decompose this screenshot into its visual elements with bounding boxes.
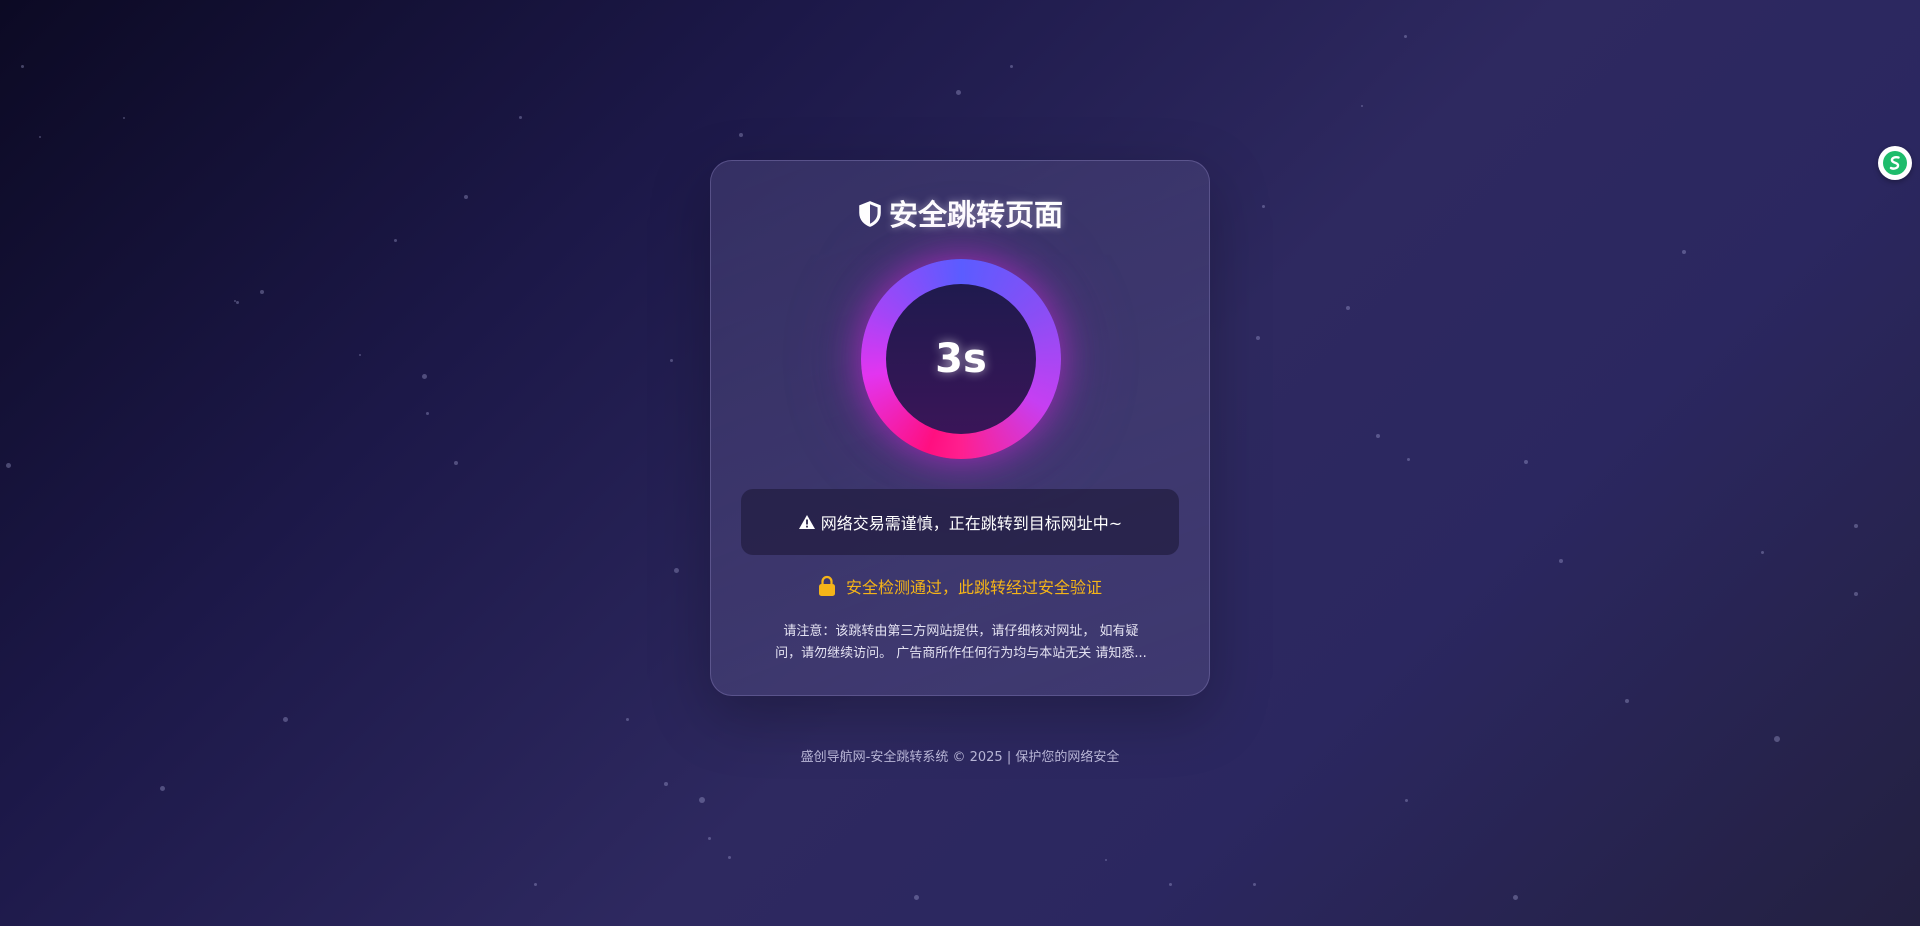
- warning-icon: [798, 515, 815, 529]
- redirect-card: 安全跳转页面 3s 网络交易需谨慎，正在跳转到目标网址中~ 安全检测通过，此跳转…: [710, 160, 1210, 696]
- background-star: [1105, 859, 1107, 861]
- extension-logo-icon: [1883, 151, 1907, 175]
- background-star: [1252, 882, 1256, 886]
- background-star: [1361, 105, 1363, 107]
- background-star: [454, 461, 458, 465]
- background-star: [727, 855, 731, 859]
- background-star: [699, 797, 705, 803]
- disclaimer-line-2: 问，请勿继续访问。 广告商所作任何行为均与本站无关 请知悉...: [775, 646, 1147, 661]
- background-star: [1682, 250, 1686, 254]
- shield-icon: [859, 201, 881, 227]
- background-star: [1559, 559, 1563, 563]
- background-star: [235, 300, 239, 304]
- background-star: [1854, 524, 1858, 528]
- footer-text: 盛创导航网-安全跳转系统 © 2025 | 保护您的网络安全: [800, 750, 1120, 765]
- background-star: [464, 195, 468, 199]
- background-star: [1376, 434, 1380, 438]
- background-star: [1406, 457, 1410, 461]
- lock-icon: [818, 575, 835, 596]
- background-star: [234, 300, 236, 302]
- background-star: [1854, 592, 1858, 596]
- background-star: [1403, 34, 1407, 38]
- background-star: [1404, 798, 1408, 802]
- page-title-text: 安全跳转页面: [888, 198, 1063, 232]
- background-star: [669, 358, 673, 362]
- background-star: [707, 836, 711, 840]
- security-status: 安全检测通过，此跳转经过安全验证: [711, 575, 1209, 600]
- background-star: [533, 882, 537, 886]
- background-star: [1524, 460, 1528, 464]
- background-star: [1261, 204, 1265, 208]
- background-star: [421, 373, 427, 379]
- background-star: [1346, 306, 1350, 310]
- background-star: [1512, 894, 1518, 900]
- footer: 盛创导航网-安全跳转系统 © 2025 | 保护您的网络安全: [0, 746, 1920, 765]
- background-star: [123, 117, 125, 119]
- background-star: [625, 717, 629, 721]
- background-star: [260, 290, 264, 294]
- disclaimer-line-1: 请注意：该跳转由第三方网站提供，请仔细核对网址， 如有疑: [783, 624, 1139, 639]
- background-star: [1256, 336, 1260, 340]
- security-text: 安全检测通过，此跳转经过安全验证: [845, 578, 1102, 597]
- background-star: [393, 238, 397, 242]
- background-star: [39, 136, 41, 138]
- background-star: [739, 133, 743, 137]
- countdown-inner: 3s: [886, 284, 1036, 434]
- background-star: [1168, 882, 1172, 886]
- background-star: [359, 354, 361, 356]
- page-title: 安全跳转页面: [711, 195, 1209, 235]
- background-star: [5, 462, 11, 468]
- background-star: [1009, 64, 1013, 68]
- background-star: [282, 716, 288, 722]
- notice-box: 网络交易需谨慎，正在跳转到目标网址中~: [741, 489, 1179, 555]
- extension-logo-button[interactable]: [1878, 146, 1912, 180]
- countdown-ring: 3s: [861, 259, 1061, 459]
- background-star: [955, 89, 961, 95]
- background-star: [20, 64, 24, 68]
- background-star: [1760, 550, 1764, 554]
- disclaimer: 请注意：该跳转由第三方网站提供，请仔细核对网址， 如有疑 问，请勿继续访问。 广…: [761, 621, 1161, 665]
- background-star: [159, 785, 165, 791]
- background-star: [664, 782, 668, 786]
- background-star: [673, 567, 679, 573]
- background-star: [1625, 699, 1629, 703]
- notice-text: 网络交易需谨慎，正在跳转到目标网址中~: [820, 514, 1123, 533]
- background-star: [1774, 736, 1780, 742]
- background-star: [425, 411, 429, 415]
- countdown-value: 3s: [935, 336, 987, 382]
- background-star: [913, 894, 919, 900]
- background-star: [518, 115, 522, 119]
